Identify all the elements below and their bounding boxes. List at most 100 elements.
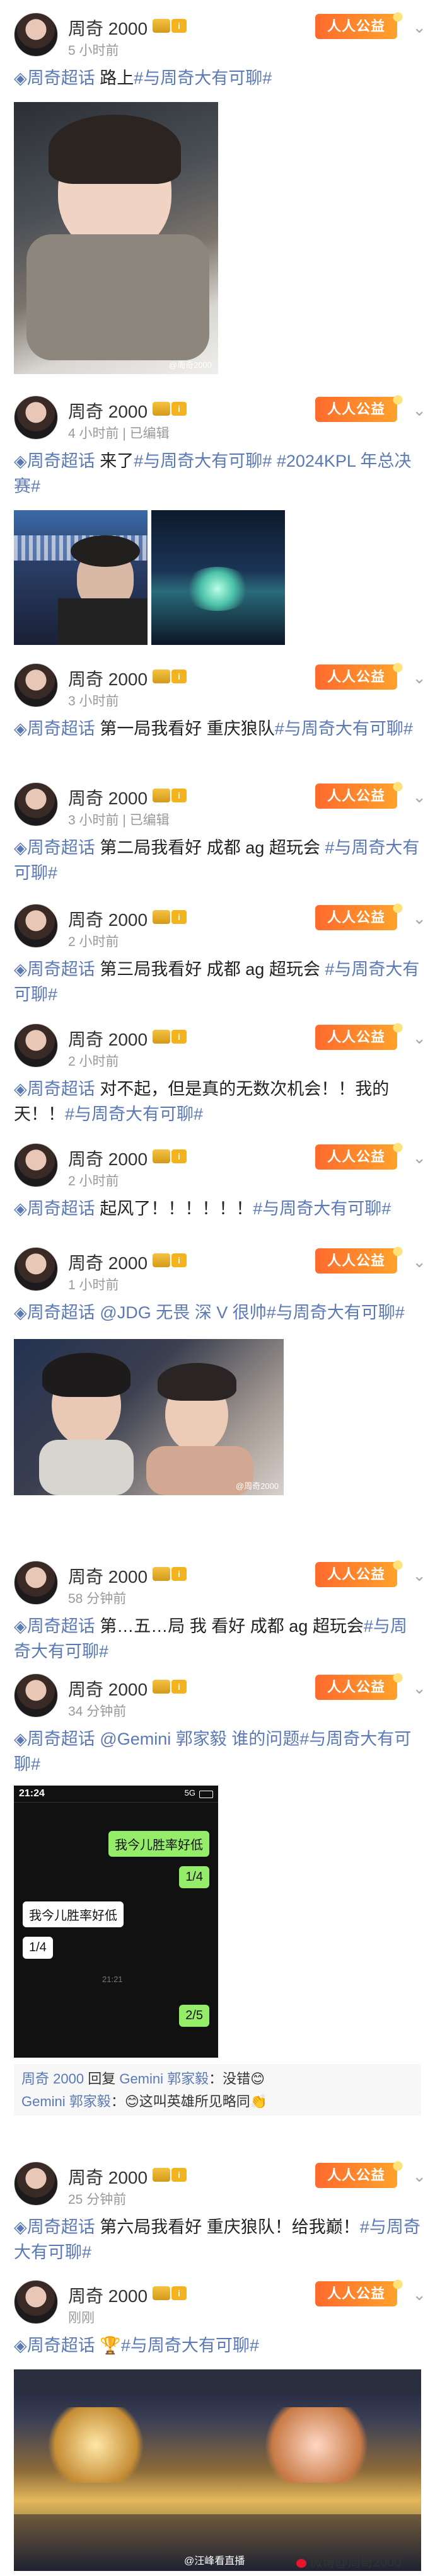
post-text: ◈周奇超话 🏆#与周奇大有可聊# — [14, 2333, 424, 2358]
avatar[interactable] — [14, 1247, 58, 1291]
avatar[interactable] — [14, 13, 58, 57]
avatar[interactable] — [14, 1673, 58, 1718]
post-body: 起风了！！！！！！ — [100, 1199, 253, 1218]
topic-link[interactable]: 周奇超话 — [27, 69, 95, 88]
hashtag-link[interactable]: #与周奇大有可聊# — [267, 1303, 405, 1322]
tag-badge[interactable]: 人人公益 — [315, 392, 406, 422]
username[interactable]: 周奇 2000 — [68, 1250, 148, 1275]
chevron-down-icon[interactable]: ⌄ — [412, 1566, 426, 1585]
post-body: 第…五…局 我 看好 成都 ag 超玩会 — [100, 1617, 364, 1636]
tag-badge[interactable]: 人人公益 — [315, 1020, 406, 1050]
post-photo[interactable]: @周奇2000 — [14, 1339, 284, 1495]
post-text: ◈周奇超话 第三局我看好 成都 ag 超玩会 #与周奇大有可聊# — [14, 957, 424, 1007]
tag-badge[interactable]: 人人公益 — [315, 2276, 406, 2306]
topic-link[interactable]: 周奇超话 — [27, 1617, 95, 1636]
username[interactable]: 周奇 2000 — [68, 15, 148, 40]
tag-badge[interactable]: 人人公益 — [315, 1139, 406, 1170]
tag-badge[interactable]: 人人公益 — [315, 1243, 406, 1274]
avatar[interactable] — [14, 663, 58, 707]
topic-link[interactable]: 周奇超话 — [27, 960, 95, 979]
chevron-down-icon[interactable]: ⌄ — [412, 401, 426, 420]
topic-link[interactable]: 周奇超话 — [27, 838, 95, 857]
chevron-down-icon[interactable]: ⌄ — [412, 668, 426, 688]
comment-author[interactable]: 周奇 2000 — [21, 2071, 84, 2087]
avatar[interactable] — [14, 782, 58, 826]
post-photo[interactable] — [14, 510, 148, 645]
post-text: ◈周奇超话 第一局我看好 重庆狼队#与周奇大有可聊# — [14, 716, 424, 741]
crown-icon — [153, 402, 170, 416]
chevron-down-icon[interactable]: ⌄ — [412, 1029, 426, 1048]
chevron-down-icon[interactable]: ⌄ — [412, 909, 426, 928]
chevron-down-icon[interactable]: ⌄ — [412, 18, 426, 37]
hashtag-link[interactable]: #与周奇大有可聊# — [253, 1199, 391, 1218]
chat-message: 2/5 — [179, 2005, 209, 2027]
chevron-down-icon[interactable]: ⌄ — [412, 1678, 426, 1698]
tag-badge[interactable]: 人人公益 — [315, 2158, 406, 2188]
topic-link[interactable]: 周奇超话 — [27, 1303, 95, 1322]
comment-target[interactable]: Gemini 郭家毅 — [119, 2071, 209, 2087]
tag-badge[interactable]: 人人公益 — [315, 9, 406, 39]
tag-badge[interactable]: 人人公益 — [315, 900, 406, 930]
crown-icon — [153, 1149, 170, 1163]
post-text: ◈周奇超话 第二局我看好 成都 ag 超玩会 #与周奇大有可聊# — [14, 835, 424, 886]
photo-watermark: @周奇2000 — [235, 1481, 279, 1491]
topic-icon: ◈ — [14, 2218, 27, 2237]
hashtag-link[interactable]: #与周奇大有可聊# — [65, 1105, 203, 1124]
tag-badge[interactable]: 人人公益 — [315, 778, 406, 809]
topic-link[interactable]: 周奇超话 — [27, 1080, 95, 1098]
chevron-down-icon[interactable]: ⌄ — [412, 1252, 426, 1272]
avatar[interactable] — [14, 904, 58, 948]
topic-link[interactable]: 周奇超话 — [27, 1730, 95, 1748]
topic-icon: ◈ — [14, 452, 27, 470]
chevron-down-icon[interactable]: ⌄ — [412, 1148, 426, 1168]
username[interactable]: 周奇 2000 — [68, 785, 148, 810]
footer-text: 微博@周奇2000 — [310, 2556, 402, 2570]
username[interactable]: 周奇 2000 — [68, 1676, 148, 1701]
username[interactable]: 周奇 2000 — [68, 906, 148, 932]
chat-timestamp: 21:21 — [102, 1975, 123, 1984]
hashtag-link[interactable]: #与周奇大有可聊# — [275, 719, 413, 738]
topic-icon: ◈ — [14, 1199, 27, 1218]
photo-watermark: @周奇2000 — [168, 360, 212, 370]
hashtag-link[interactable]: #与周奇大有可聊# — [134, 69, 272, 88]
chevron-down-icon[interactable]: ⌄ — [412, 787, 426, 807]
comment-box: 周奇 2000 回复 Gemini 郭家毅：没错😊 Gemini 郭家毅：😊这叫… — [14, 2064, 421, 2116]
vip-badge: i — [171, 1567, 187, 1581]
hashtag-link[interactable]: #与周奇大有可聊# — [121, 2336, 259, 2355]
post-photo[interactable]: @周奇2000 — [14, 102, 218, 374]
topic-link[interactable]: 周奇超话 — [27, 1199, 95, 1218]
username[interactable]: 周奇 2000 — [68, 1563, 148, 1588]
chevron-down-icon[interactable]: ⌄ — [412, 2167, 426, 2186]
mention-link[interactable]: @JDG 无畏 深 V 很帅 — [100, 1303, 266, 1322]
username[interactable]: 周奇 2000 — [68, 2282, 148, 2308]
topic-link[interactable]: 周奇超话 — [27, 2336, 95, 2355]
username[interactable]: 周奇 2000 — [68, 2164, 148, 2189]
crown-icon — [153, 1567, 170, 1581]
tag-badge[interactable]: 人人公益 — [315, 1557, 406, 1587]
vip-badge: i — [171, 2286, 187, 2300]
username[interactable]: 周奇 2000 — [68, 1026, 148, 1051]
username[interactable]: 周奇 2000 — [68, 398, 148, 423]
tag-badge[interactable]: 人人公益 — [315, 659, 406, 690]
crown-icon — [153, 910, 170, 924]
photo-caption: @汪峰看直播 — [184, 2556, 245, 2567]
comment-author[interactable]: Gemini 郭家毅 — [21, 2094, 111, 2109]
chevron-down-icon[interactable]: ⌄ — [412, 2285, 426, 2305]
avatar[interactable] — [14, 1561, 58, 1605]
avatar[interactable] — [14, 1023, 58, 1068]
topic-link[interactable]: 周奇超话 — [27, 452, 95, 470]
avatar[interactable] — [14, 396, 58, 440]
avatar[interactable] — [14, 2162, 58, 2206]
username[interactable]: 周奇 2000 — [68, 1146, 148, 1171]
post-photo[interactable]: @汪峰看直播 — [14, 2369, 421, 2571]
username[interactable]: 周奇 2000 — [68, 666, 148, 691]
chat-screenshot[interactable]: 21:24 5G 我今儿胜率好低 1/4 我今儿胜率好低 1/4 21:21 2… — [14, 1786, 218, 2058]
mention-link[interactable]: @Gemini 郭家毅 谁的问题 — [100, 1730, 299, 1748]
topic-link[interactable]: 周奇超话 — [27, 2218, 95, 2237]
avatar[interactable] — [14, 2280, 58, 2324]
post-photo[interactable] — [151, 510, 285, 645]
avatar[interactable] — [14, 1143, 58, 1187]
post-text: ◈周奇超话 起风了！！！！！！#与周奇大有可聊# — [14, 1196, 424, 1221]
tag-badge[interactable]: 人人公益 — [315, 1670, 406, 1700]
topic-link[interactable]: 周奇超话 — [27, 719, 95, 738]
